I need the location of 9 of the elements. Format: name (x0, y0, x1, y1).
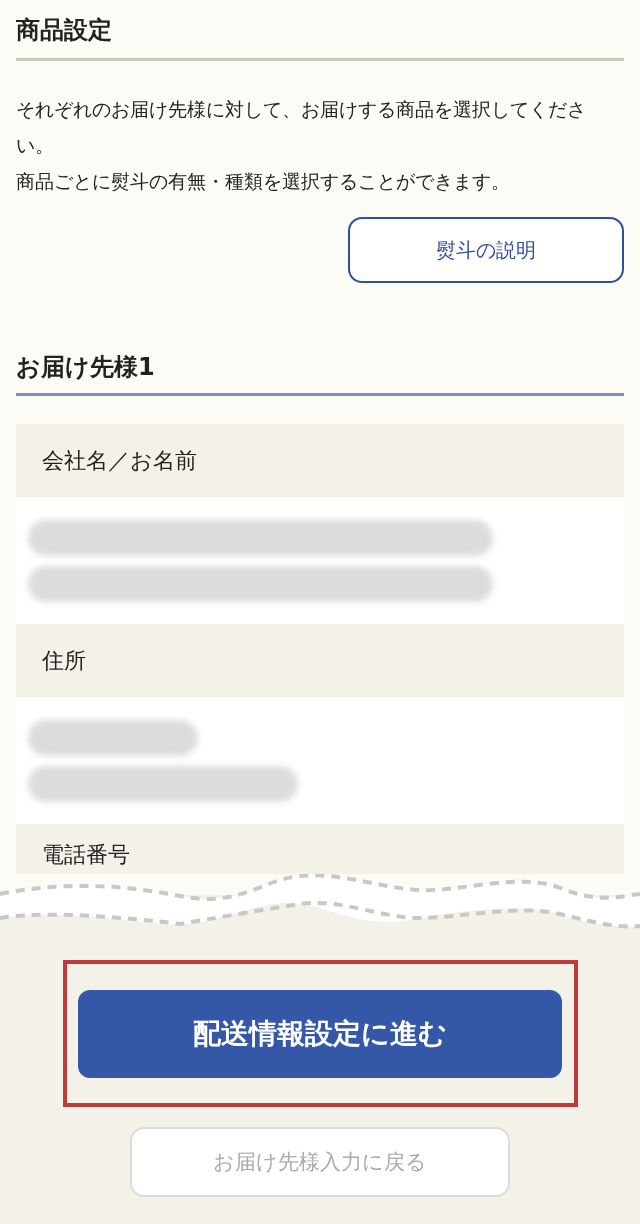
intro-text: 商品ごとに熨斗の有無・種類を選択することができます。 (16, 169, 511, 194)
recipient-title: お届け先様1 (16, 283, 624, 396)
next-button[interactable]: 配送情報設定に進む (78, 989, 562, 1078)
info-button[interactable]: 熨斗の説明 (348, 217, 624, 283)
intro-text: それぞれのお届け先様に対して、お届けする商品を選択してください。 (16, 97, 587, 158)
field-label: 住所 (16, 624, 624, 697)
field-label: 電話番号 (16, 824, 624, 874)
field-label: 会社名／お名前 (16, 424, 624, 497)
section-title: 商品設定 (16, 0, 624, 61)
